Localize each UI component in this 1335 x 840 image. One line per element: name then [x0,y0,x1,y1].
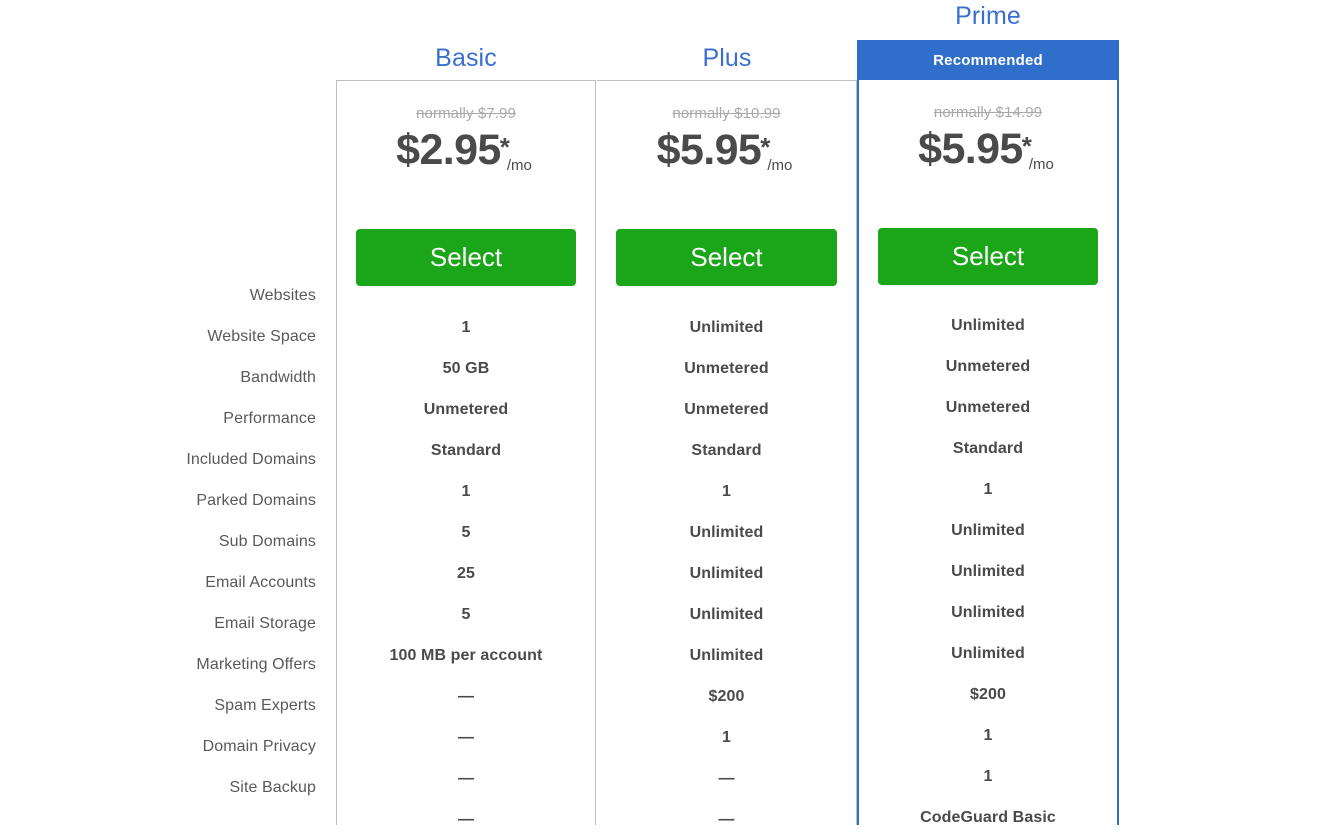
current-price-plus: $5.95*/mo [597,126,856,175]
plan-value: Unlimited [689,606,764,623]
price-period: /mo [767,157,793,174]
feature-label: Parked Domains [196,492,316,509]
plan-title-prime: Prime [955,2,1021,30]
price-amount: $5.95 [656,126,762,174]
plan-value: $200 [708,688,745,705]
select-button-prime[interactable]: Select [878,228,1098,285]
feature-label: Spam Experts [214,697,316,714]
select-button-basic[interactable]: Select [356,229,576,286]
plan-value: Unlimited [951,317,1025,334]
plan-value: Standard [691,442,762,459]
select-button-plus[interactable]: Select [616,229,837,286]
price-amount: $2.95 [396,126,501,174]
feature-label: Marketing Offers [196,656,316,673]
plan-value: Unmetered [945,399,1031,416]
plan-value: Unlimited [689,319,764,336]
plan-value: Unmetered [684,360,769,377]
plan-card-prime[interactable]: Recommended normally $14.99 $5.95*/mo Se… [857,40,1119,826]
price-block-plus: normally $10.99 $5.95*/mo [597,81,856,229]
feature-label-column: Websites Website Space Bandwidth Perform… [0,275,316,808]
plan-value: 1 [722,729,731,746]
feature-label: Website Space [207,328,316,345]
feature-label: Site Backup [229,779,316,796]
plan-value: Unlimited [951,645,1025,662]
plan-value: — [457,770,475,787]
feature-label: Email Storage [214,615,316,632]
plan-titles-row: Basic Plus Prime [0,0,1335,80]
plan-value: 5 [461,524,471,541]
original-price-plus: normally $10.99 [672,105,781,122]
plan-value: 1 [983,727,993,744]
plan-value: Unlimited [689,524,764,541]
select-row-prime: Select [859,228,1117,285]
feature-label: Included Domains [186,451,316,468]
plan-value: Unlimited [951,522,1025,539]
plan-value: — [457,688,475,705]
select-row-basic: Select [337,229,595,286]
plan-card-plus[interactable]: normally $10.99 $5.95*/mo Select Unlimit… [597,80,857,828]
price-block-basic: normally $7.99 $2.95*/mo [337,81,595,229]
recommended-badge: Recommended [859,40,1117,80]
select-row-plus: Select [597,229,856,286]
feature-label: Email Accounts [205,574,316,591]
plan-value: 1 [983,768,993,785]
plan-value: Unmetered [945,358,1031,375]
plan-value: 25 [457,565,475,582]
feature-label: Websites [249,287,316,304]
plan-cards: normally $7.99 $2.95*/mo Select 1 50 GB … [336,40,1120,828]
feature-label: Performance [223,410,316,427]
plan-title-basic: Basic [435,44,497,72]
plan-card-basic[interactable]: normally $7.99 $2.95*/mo Select 1 50 GB … [336,80,596,828]
plan-values-basic: 1 50 GB Unmetered Standard 1 5 25 5 100 … [337,307,595,840]
feature-label: Bandwidth [240,369,316,386]
original-price-basic: normally $7.99 [416,105,516,122]
plan-value: 1 [983,481,993,498]
plan-value: Standard [430,442,502,459]
plan-value: Unlimited [951,604,1025,621]
price-period: /mo [506,157,532,174]
plan-value: Unlimited [951,563,1025,580]
plan-value: Unmetered [423,401,509,418]
feature-label: Sub Domains [218,533,316,550]
plan-value: Standard [952,440,1024,457]
current-price-basic: $2.95*/mo [337,126,595,175]
price-block-prime: normally $14.99 $5.95*/mo [859,80,1117,228]
plan-value: Unmetered [684,401,769,418]
plan-value: — [457,729,475,746]
plan-value: Unlimited [689,647,764,664]
feature-label: Domain Privacy [202,738,316,755]
plan-values-prime: Unlimited Unmetered Unmetered Standard 1… [859,306,1117,839]
plan-value: 50 GB [442,360,490,377]
price-amount: $5.95 [918,125,1023,173]
plan-value: 1 [461,483,471,500]
current-price-prime: $5.95*/mo [859,125,1117,174]
original-price-prime: normally $14.99 [933,104,1043,121]
pricing-comparison-table: Basic Plus Prime Websites Website Space … [0,0,1335,828]
plan-value: — [718,770,735,787]
plan-value: 100 MB per account [389,647,543,664]
plan-values-plus: Unlimited Unmetered Unmetered Standard 1… [597,307,856,840]
plan-value: CodeGuard Basic [920,809,1056,826]
plan-value: Unlimited [689,565,764,582]
plan-value: — [457,811,475,828]
plan-value: $200 [970,686,1006,703]
plan-value: 5 [461,606,471,623]
plan-value: 1 [722,483,731,500]
plan-title-plus: Plus [702,44,752,72]
plan-value: — [718,811,735,828]
price-period: /mo [1028,156,1054,173]
plan-value: 1 [461,319,471,336]
